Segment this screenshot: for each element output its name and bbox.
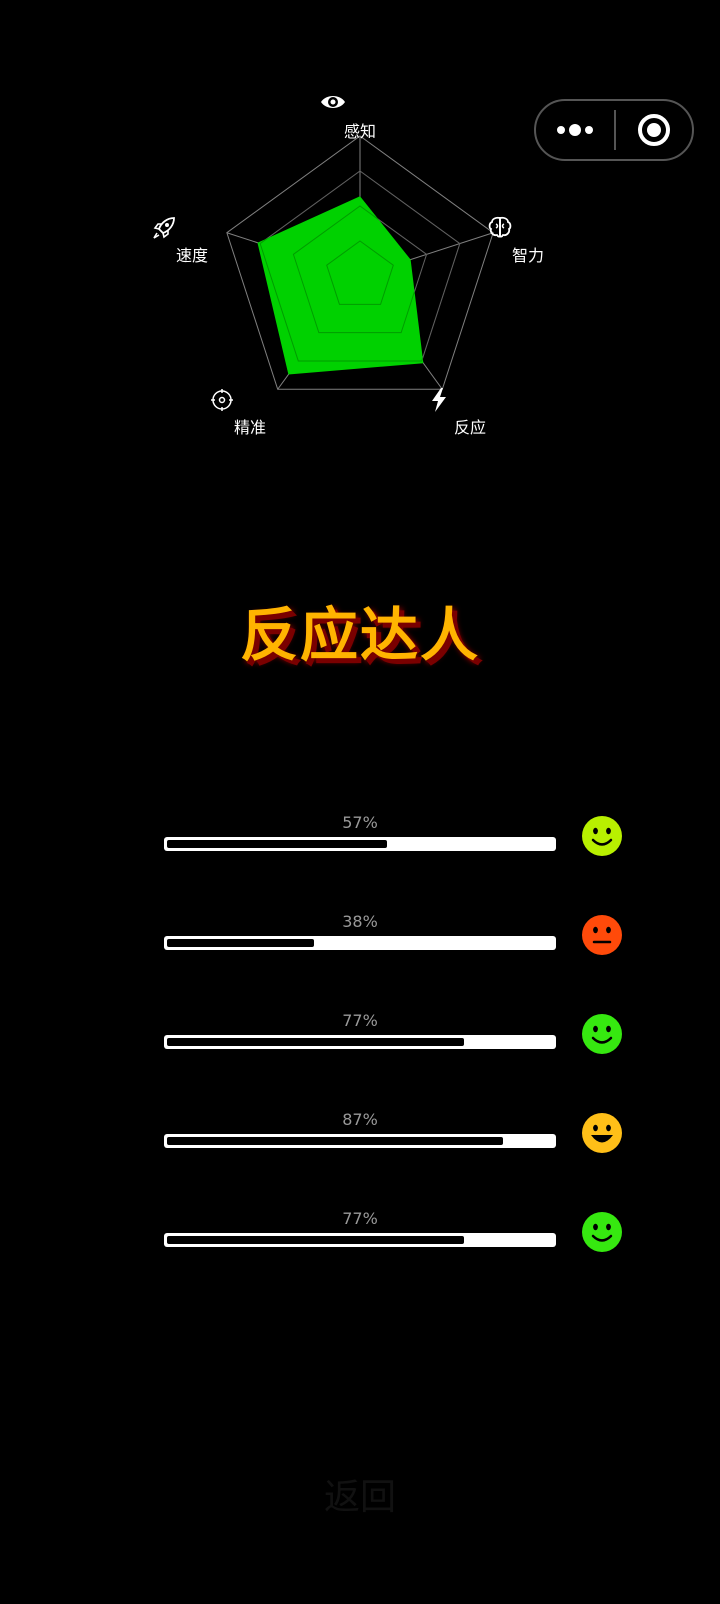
target-icon	[210, 388, 290, 412]
stat-progress-fill	[167, 1137, 503, 1145]
stat-progress-fill	[167, 1236, 465, 1244]
axis-label-speed: 速度	[152, 216, 232, 266]
face-eye	[606, 1025, 611, 1033]
axis-label-perception: 感知	[320, 92, 400, 142]
face-eye	[593, 1223, 598, 1231]
neutral-face-icon	[582, 915, 622, 955]
stat-percent: 77%	[342, 1209, 378, 1228]
stat-row: 57%	[0, 813, 720, 873]
back-button[interactable]: 返回	[0, 1468, 720, 1520]
stat-percent: 77%	[342, 1011, 378, 1030]
axis-label-intelligence: 智力	[488, 216, 568, 266]
brain-icon	[488, 216, 568, 240]
face-eye	[606, 827, 611, 835]
stat-progress-track	[164, 1134, 556, 1148]
stat-row: 38%	[0, 912, 720, 972]
rocket-icon	[152, 216, 232, 240]
rank-title: 反应达人	[239, 601, 480, 669]
stat-progress-fill	[167, 1038, 465, 1046]
face-eye	[606, 1124, 611, 1132]
stat-progress-track	[164, 837, 556, 851]
stat-percent: 38%	[342, 912, 378, 931]
stat-percent: 57%	[342, 813, 378, 832]
face-disc	[582, 816, 622, 856]
radar-svg	[226, 135, 494, 390]
face-disc	[582, 915, 622, 955]
smile-face-icon	[582, 816, 622, 856]
stat-progress-fill	[167, 840, 388, 848]
stat-progress-fill	[167, 939, 314, 947]
smile-face-icon	[582, 1212, 622, 1252]
face-eye	[593, 1124, 598, 1132]
radar-chart: 感知 智力 反应 精准 速度	[0, 0, 720, 460]
stat-percent: 87%	[342, 1110, 378, 1129]
grin-face-icon	[582, 1113, 622, 1153]
stat-row: 77%	[0, 1011, 720, 1071]
face-eye	[606, 926, 611, 934]
stat-progress-track	[164, 1035, 556, 1049]
face-eye	[593, 1025, 598, 1033]
stat-row: 87%	[0, 1110, 720, 1170]
radar-data-area	[257, 196, 424, 375]
eye-icon	[320, 92, 400, 116]
stat-progress-track	[164, 1233, 556, 1247]
stat-row: 77%	[0, 1209, 720, 1269]
stat-progress-track	[164, 936, 556, 950]
face-eye	[606, 1223, 611, 1231]
axis-label-reaction: 反应	[430, 388, 510, 438]
lightning-icon	[430, 388, 510, 412]
face-disc	[582, 1014, 622, 1054]
smile-face-icon	[582, 1014, 622, 1054]
face-eye	[593, 827, 598, 835]
face-eye	[593, 926, 598, 934]
face-disc	[582, 1113, 622, 1153]
axis-label-precision: 精准	[210, 388, 290, 438]
face-disc	[582, 1212, 622, 1252]
